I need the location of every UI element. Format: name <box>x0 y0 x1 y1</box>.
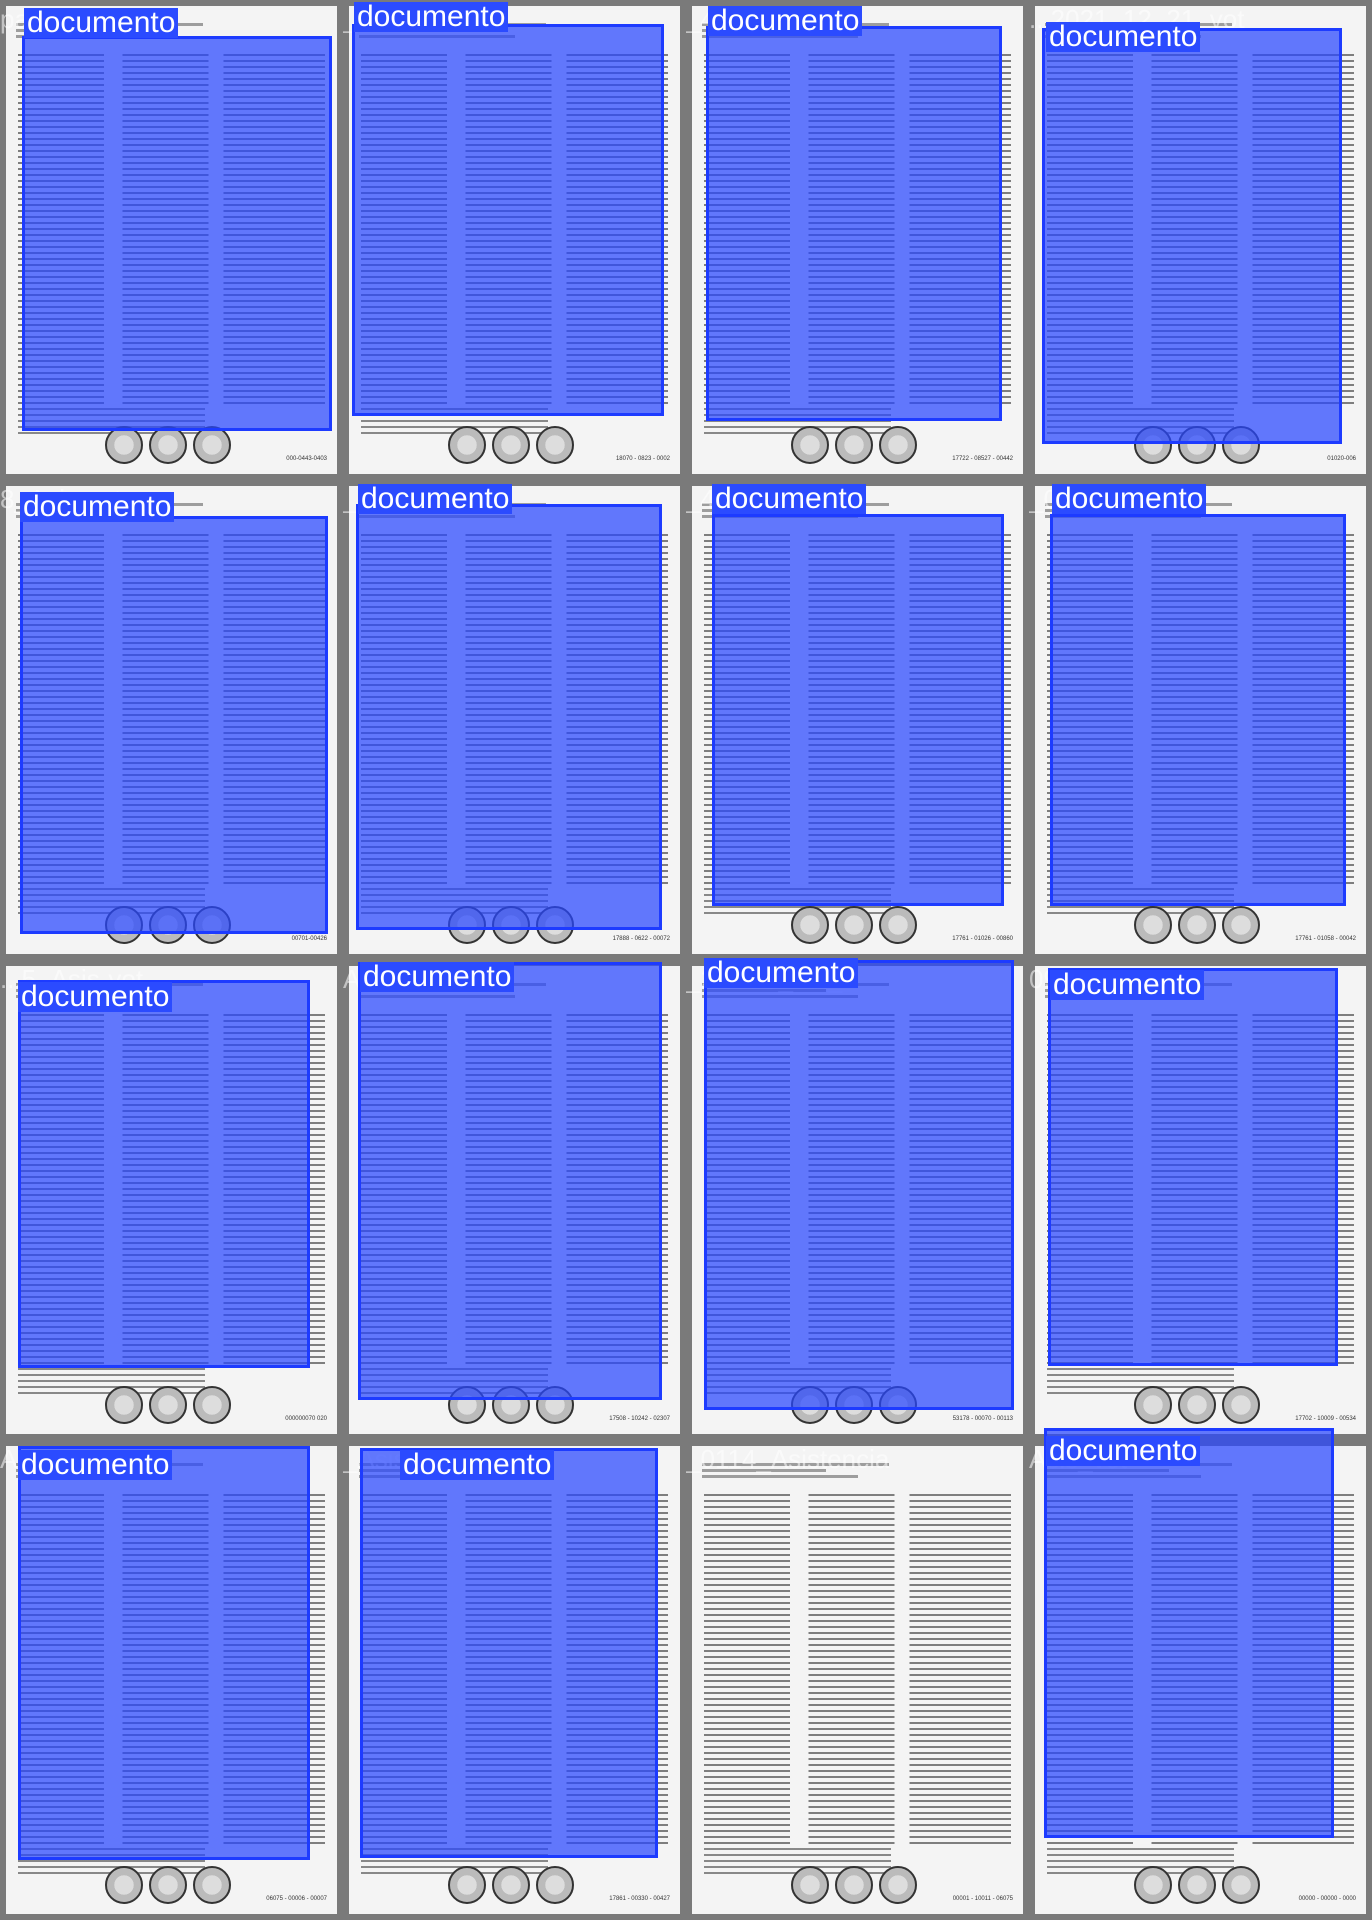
detection-label: documento <box>1050 970 1205 1000</box>
seal-stamps <box>1134 906 1261 946</box>
page-reference-number: 17702 - 10009 - 00534 <box>1295 1416 1356 1422</box>
seal-stamps <box>105 1386 232 1426</box>
page-reference-number: 06075 - 00006 - 00007 <box>266 1896 327 1902</box>
seal-stamps <box>791 906 918 946</box>
page-reference-number: 18070 - 0823 - 0002 <box>615 456 670 462</box>
seal-icon <box>536 426 575 464</box>
detection-label: documento <box>1046 22 1201 52</box>
seal-icon <box>1222 1866 1261 1904</box>
seal-icon <box>791 426 830 464</box>
document-thumbnail[interactable]: _0114_Asistencia 00001 - 10011 - 06075 <box>686 1440 1029 1920</box>
page-reference-number: 000-0443-0403 <box>286 456 327 462</box>
detection-label: documento <box>24 8 179 38</box>
seal-icon <box>492 426 531 464</box>
seal-stamps <box>448 1866 575 1906</box>
detection-label: documento <box>712 484 867 514</box>
detection-box <box>1050 514 1346 906</box>
seal-icon <box>149 1866 188 1904</box>
page-reference-number: 17861 - 00330 - 00427 <box>609 1896 670 1902</box>
detection-label: documento <box>1046 1436 1201 1466</box>
seal-icon <box>1134 1386 1173 1424</box>
seal-stamps <box>448 426 575 466</box>
seal-icon <box>1178 906 1217 944</box>
seal-icon <box>791 1866 830 1904</box>
detection-box <box>20 516 328 934</box>
seal-icon <box>105 426 144 464</box>
seal-icon <box>1134 1866 1173 1904</box>
seal-icon <box>1222 906 1261 944</box>
page-reference-number: 00001 - 10011 - 06075 <box>952 1896 1013 1902</box>
seal-icon <box>791 906 830 944</box>
seal-icon <box>879 1866 918 1904</box>
detection-box <box>1042 28 1342 444</box>
detection-label: documento <box>1052 484 1207 514</box>
page-reference-number: 01020-006 <box>1327 456 1356 462</box>
seal-icon <box>879 426 918 464</box>
seal-icon <box>105 1386 144 1424</box>
seal-stamps <box>791 426 918 466</box>
detection-label: documento <box>360 962 515 992</box>
seal-icon <box>193 1386 232 1424</box>
detection-box <box>356 504 662 930</box>
page-reference-number: 00701-00426 <box>291 936 327 942</box>
detection-box <box>1048 968 1338 1366</box>
page-reference-number: 17761 - 01058 - 00042 <box>1295 936 1356 942</box>
seal-stamps <box>791 1866 918 1906</box>
page-reference-number: 17761 - 01026 - 00860 <box>952 936 1013 942</box>
page-reference-number: 00000 - 00000 - 0000 <box>1298 1896 1356 1902</box>
seal-icon <box>835 1866 874 1904</box>
detection-label: documento <box>20 492 175 522</box>
seal-icon <box>149 426 188 464</box>
seal-icon <box>835 426 874 464</box>
detection-label: documento <box>704 958 859 988</box>
detection-box <box>18 1446 310 1860</box>
seal-icon <box>1178 1386 1217 1424</box>
seal-icon <box>193 426 232 464</box>
seal-stamps <box>1134 1386 1261 1426</box>
thumbnail-filename: _0114_Asistencia <box>686 1444 890 1474</box>
vote-list-text <box>704 1494 1011 1844</box>
seal-icon <box>193 1866 232 1904</box>
seal-icon <box>835 906 874 944</box>
detection-box <box>706 26 1002 421</box>
detection-box <box>704 960 1014 1410</box>
detection-box <box>352 24 664 416</box>
detection-box <box>1044 1428 1334 1838</box>
detection-label: documento <box>18 982 173 1012</box>
seal-icon <box>1178 1866 1217 1904</box>
page-reference-number: 17508 - 10242 - 02307 <box>609 1416 670 1422</box>
page-reference-number: 53178 - 00070 - 00113 <box>952 1416 1013 1422</box>
detection-box <box>22 36 332 431</box>
detection-label: documento <box>708 6 863 36</box>
seal-icon <box>1222 1386 1261 1424</box>
detection-box <box>358 962 662 1400</box>
page-reference-number: 17888 - 0622 - 00072 <box>612 936 670 942</box>
scanned-page: 00001 - 10011 - 06075 <box>692 1446 1023 1914</box>
detection-label: documento <box>358 484 513 514</box>
seal-stamps <box>105 1866 232 1906</box>
seal-icon <box>149 1386 188 1424</box>
seal-icon <box>492 1866 531 1904</box>
detection-box <box>18 980 310 1368</box>
seal-icon <box>536 1866 575 1904</box>
seal-icon <box>448 1866 487 1904</box>
detection-label: documento <box>354 2 509 32</box>
detection-box <box>360 1448 658 1858</box>
seal-icon <box>105 1866 144 1904</box>
detection-box <box>712 514 1004 906</box>
page-reference-number: 17722 - 08527 - 00442 <box>952 456 1013 462</box>
seal-icon <box>448 426 487 464</box>
seal-icon <box>879 906 918 944</box>
page-reference-number: 000000070 020 <box>285 1416 327 1422</box>
seal-stamps <box>105 426 232 466</box>
seal-stamps <box>1134 1866 1261 1906</box>
detection-label: documento <box>400 1450 555 1480</box>
seal-icon <box>1134 906 1173 944</box>
detection-label: documento <box>18 1450 173 1480</box>
